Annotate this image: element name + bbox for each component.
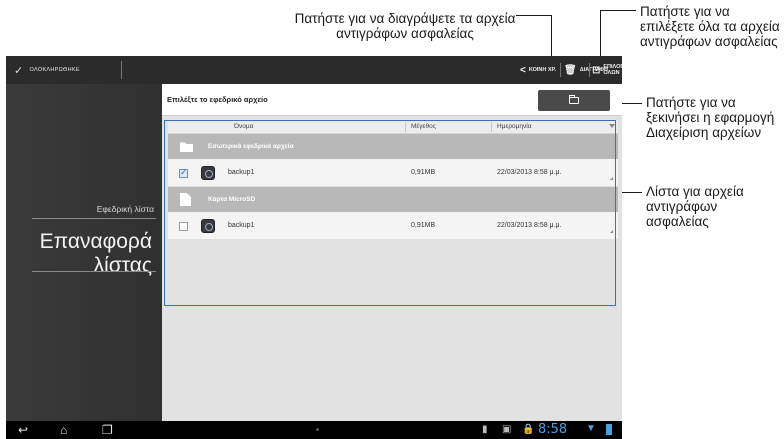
column-name[interactable]: Όνομα bbox=[234, 123, 253, 130]
page-title: Επιλέξτε το εφεδρικό αρχείο bbox=[167, 95, 268, 104]
status-clock: 8:58 bbox=[538, 422, 568, 437]
column-date[interactable]: Ημερομηνία bbox=[497, 123, 531, 130]
home-icon[interactable]: ⌂ bbox=[60, 422, 67, 438]
keyboard-dot bbox=[316, 428, 319, 431]
annotation-select-all-line-v bbox=[600, 10, 602, 62]
sidebar-item-backup-list[interactable]: Εφεδρική λίστα bbox=[97, 204, 154, 214]
recent-apps-icon[interactable]: ❐ bbox=[102, 422, 113, 438]
lock-icon: 🔒 bbox=[522, 424, 535, 435]
file-size: 0,91MB bbox=[411, 222, 436, 229]
file-date: 22/03/2013 8:58 μ.μ. bbox=[497, 169, 562, 176]
backup-app-icon bbox=[201, 166, 215, 180]
select-all-button[interactable]: ⊡ ΕΠΙΛΟΓΗ ΟΛΩΝ bbox=[592, 56, 622, 84]
image-icon: ▣ bbox=[502, 424, 512, 435]
select-all-icon: ⊡ bbox=[592, 64, 601, 76]
group-label: Κάρτα MicroSD bbox=[208, 196, 256, 203]
table-row[interactable]: backup1 0,91MB 22/03/2013 8:58 μ.μ. bbox=[168, 159, 618, 187]
file-icon: ▮ bbox=[482, 424, 488, 435]
annotation-delete-line-v bbox=[551, 15, 553, 62]
annotation-delete: Πατήστε για να διαγράψετε τα αρχεία αντι… bbox=[294, 11, 516, 41]
back-icon[interactable]: ↩ bbox=[18, 422, 28, 438]
sidebar-divider bbox=[32, 271, 156, 272]
wifi-icon: ▼ bbox=[586, 423, 596, 434]
group-internal: Εσωτερικά εφεδρικά αρχεία bbox=[168, 134, 618, 159]
check-icon: ✓ bbox=[14, 64, 24, 77]
main-panel: Επιλέξτε το εφεδρικό αρχείο Όνομα Μέγεθο… bbox=[162, 84, 622, 421]
done-button[interactable]: ✓ ΟΛΟΚΛΗΡΩΘΗΚΕ bbox=[14, 56, 80, 84]
sidebar-divider bbox=[32, 218, 156, 219]
main-header: Επιλέξτε το εφεδρικό αρχείο bbox=[162, 84, 622, 116]
row-checkbox[interactable] bbox=[179, 222, 188, 231]
file-size: 0,91MB bbox=[411, 169, 436, 176]
done-divider bbox=[121, 61, 122, 79]
annotation-list: Λίστα για αρχεία αντιγράφων ασφαλείας bbox=[646, 184, 744, 229]
table-header: Όνομα Μέγεθος Ημερομηνία bbox=[168, 120, 618, 134]
share-label: ΚΟΙΝΗ ΧΡ. bbox=[528, 67, 557, 73]
system-nav-bar: ↩ ⌂ ❐ ▮ ▣ 🔒 8:58 ▼ bbox=[6, 421, 622, 439]
annotation-select-all-line bbox=[600, 10, 636, 12]
sort-corner-icon bbox=[609, 124, 615, 128]
backup-file-list: Όνομα Μέγεθος Ημερομηνία Εσωτερικά εφεδρ… bbox=[168, 120, 618, 240]
column-size[interactable]: Μέγεθος bbox=[411, 123, 436, 130]
file-name: backup1 bbox=[228, 169, 255, 176]
group-label: Εσωτερικά εφεδρικά αρχεία bbox=[208, 143, 294, 150]
done-label: ΟΛΟΚΛΗΡΩΘΗΚΕ bbox=[29, 67, 80, 73]
folder-icon bbox=[180, 142, 193, 152]
annotation-delete-line bbox=[516, 15, 552, 17]
action-divider bbox=[589, 63, 590, 77]
sd-card-icon bbox=[180, 193, 191, 206]
select-all-label: ΕΠΙΛΟΓΗ ΟΛΩΝ bbox=[603, 64, 622, 76]
folder-icon bbox=[569, 95, 579, 104]
file-date: 22/03/2013 8:58 μ.μ. bbox=[497, 222, 562, 229]
tablet-screen: ✓ ΟΛΟΚΛΗΡΩΘΗΚΕ < ΚΟΙΝΗ ΧΡ. 🗑 ΔΙΑΓΡΑΦΗ ⊡ … bbox=[6, 56, 622, 439]
action-bar: ✓ ΟΛΟΚΛΗΡΩΘΗΚΕ < ΚΟΙΝΗ ΧΡ. 🗑 ΔΙΑΓΡΑΦΗ ⊡ … bbox=[6, 56, 622, 84]
row-checkbox[interactable] bbox=[179, 167, 188, 178]
sidebar: Εφεδρική λίστα Επαναφορά λίστας bbox=[6, 84, 162, 421]
file-name: backup1 bbox=[228, 222, 255, 229]
file-manager-button[interactable] bbox=[538, 90, 610, 111]
share-button[interactable]: < ΚΟΙΝΗ ΧΡ. bbox=[520, 56, 556, 84]
group-microsd: Κάρτα MicroSD bbox=[168, 187, 618, 212]
share-icon: < bbox=[520, 64, 526, 76]
table-row[interactable]: backup1 0,91MB 22/03/2013 8:58 μ.μ. bbox=[168, 212, 618, 240]
column-divider bbox=[405, 122, 406, 132]
battery-icon bbox=[606, 424, 612, 435]
row-corner-icon bbox=[610, 230, 613, 233]
row-corner-icon bbox=[610, 177, 613, 180]
trash-icon: 🗑 bbox=[564, 64, 577, 76]
action-divider bbox=[560, 63, 561, 77]
annotation-file-manager: Πατήστε για να ξεκινήσει η εφαρμογή Διαχ… bbox=[646, 95, 775, 140]
column-divider bbox=[491, 122, 492, 132]
annotation-select-all: Πατήστε για να επιλέξετε όλα τα αρχεία α… bbox=[640, 4, 780, 49]
backup-app-icon bbox=[201, 219, 215, 233]
